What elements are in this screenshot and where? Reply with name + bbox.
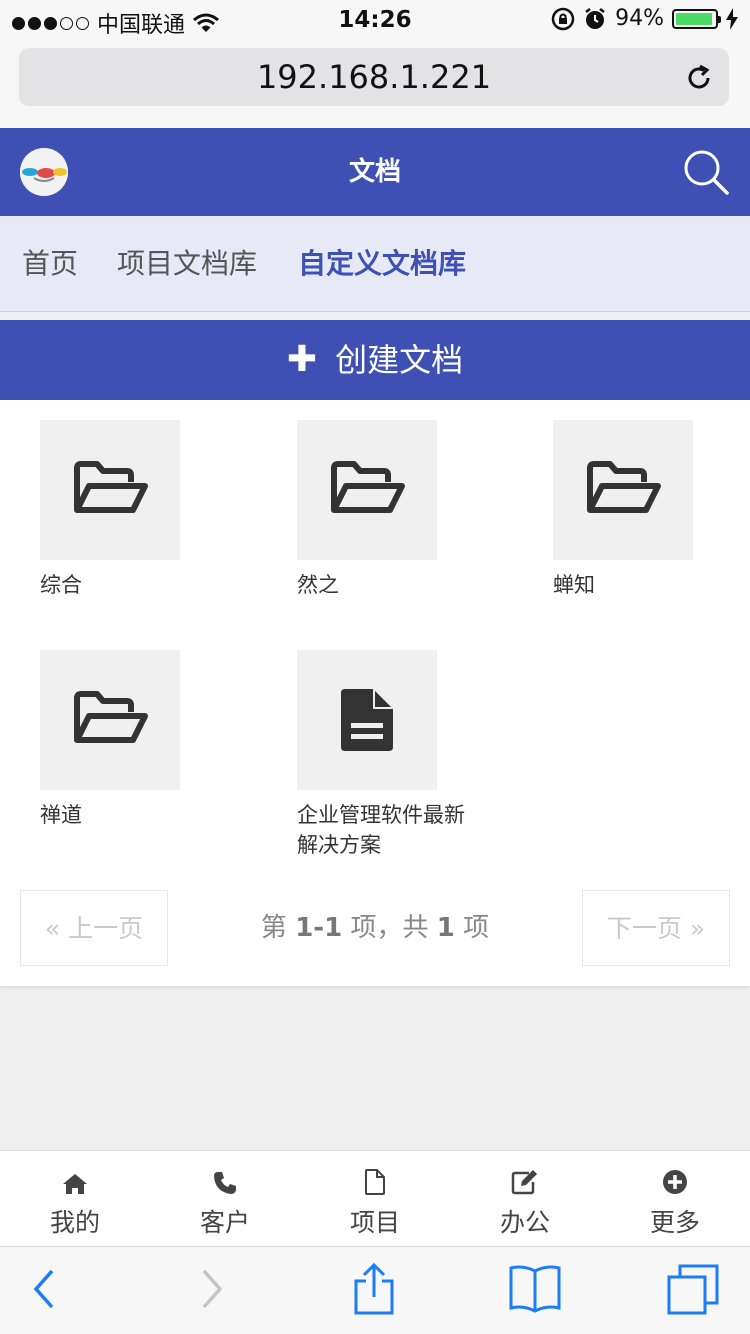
folder-thumb bbox=[553, 420, 693, 560]
nav-label: 客户 bbox=[199, 1208, 250, 1237]
plus-icon: ✚ bbox=[286, 339, 318, 380]
nav-label: 我的 bbox=[49, 1208, 100, 1237]
nav-item-project[interactable]: 项目 bbox=[300, 1151, 450, 1247]
browser-address-bar: 192.168.1.221 bbox=[0, 40, 750, 128]
document-thumb bbox=[297, 650, 437, 790]
url-field[interactable]: 192.168.1.221 bbox=[19, 48, 729, 106]
item-name: 蝉知 bbox=[553, 573, 595, 597]
folder-item[interactable]: 蝉知 bbox=[553, 420, 733, 600]
bookmarks-icon[interactable] bbox=[508, 1263, 562, 1313]
nav-label: 项目 bbox=[349, 1208, 400, 1237]
folder-open-icon bbox=[74, 461, 148, 513]
create-document-button[interactable]: ✚ 创建文档 bbox=[0, 320, 750, 400]
nav-item-customer[interactable]: 客户 bbox=[150, 1151, 300, 1247]
page-range: 1-1 bbox=[295, 913, 343, 943]
status-bar: 中国联通 14:26 94% bbox=[0, 0, 750, 40]
status-right: 94% bbox=[551, 6, 738, 31]
nav-item-mine[interactable]: 我的 bbox=[0, 1151, 150, 1247]
folder-item[interactable]: 然之 bbox=[297, 420, 477, 600]
folder-thumb bbox=[297, 420, 437, 560]
charging-icon bbox=[726, 7, 738, 30]
plus-circle-icon bbox=[663, 1170, 687, 1194]
pagination: « 上一页 第 1-1 项，共 1 项 下一页 » bbox=[0, 890, 750, 966]
rotation-lock-icon bbox=[551, 7, 575, 30]
folder-item[interactable]: 禅道 bbox=[40, 650, 220, 830]
page-info-middle: 项，共 bbox=[350, 913, 429, 943]
item-name: 企业管理软件最新解决方案 bbox=[297, 803, 465, 857]
url-text: 192.168.1.221 bbox=[256, 58, 492, 96]
page-info-prefix: 第 bbox=[260, 913, 287, 943]
folder-thumb bbox=[40, 420, 180, 560]
item-name: 然之 bbox=[297, 573, 339, 597]
file-icon bbox=[365, 1169, 385, 1195]
tab-home[interactable]: 首页 bbox=[22, 216, 78, 312]
page-total: 1 bbox=[436, 913, 455, 943]
folder-thumb bbox=[40, 650, 180, 790]
next-page-button[interactable]: 下一页 » bbox=[582, 890, 730, 966]
create-document-label: 创建文档 bbox=[335, 341, 464, 379]
app-header: 文档 bbox=[0, 128, 750, 216]
back-icon[interactable] bbox=[30, 1265, 60, 1313]
document-icon bbox=[341, 689, 393, 751]
item-name: 禅道 bbox=[40, 803, 82, 827]
tabs-icon[interactable] bbox=[666, 1263, 720, 1315]
tab-custom-library[interactable]: 自定义文档库 bbox=[298, 216, 466, 312]
nav-label: 办公 bbox=[499, 1208, 550, 1237]
nav-item-office[interactable]: 办公 bbox=[450, 1151, 600, 1247]
battery-percent: 94% bbox=[615, 6, 664, 31]
alarm-icon bbox=[585, 7, 605, 29]
phone-icon bbox=[214, 1172, 236, 1194]
nav-label: 更多 bbox=[649, 1208, 700, 1237]
battery-icon bbox=[672, 8, 721, 29]
folder-open-icon bbox=[587, 461, 661, 513]
browser-toolbar bbox=[0, 1246, 750, 1334]
tab-project-library[interactable]: 项目文档库 bbox=[117, 216, 257, 312]
search-icon[interactable] bbox=[682, 148, 730, 196]
nav-item-more[interactable]: 更多 bbox=[600, 1151, 750, 1247]
page-info-suffix: 项 bbox=[463, 913, 490, 943]
folder-open-icon bbox=[74, 691, 148, 743]
forward-icon[interactable] bbox=[196, 1265, 226, 1313]
share-icon[interactable] bbox=[352, 1261, 396, 1317]
bottom-app-nav: 我的 客户 项目 办公 更多 bbox=[0, 1150, 750, 1246]
section-tabs: 首页 项目文档库 自定义文档库 bbox=[0, 216, 750, 312]
folder-open-icon bbox=[331, 461, 405, 513]
reload-icon[interactable] bbox=[683, 62, 715, 94]
item-name: 综合 bbox=[40, 573, 82, 597]
edit-icon bbox=[511, 1170, 537, 1195]
document-item[interactable]: 企业管理软件最新解决方案 bbox=[297, 650, 477, 860]
home-icon bbox=[63, 1174, 87, 1194]
page-title: 文档 bbox=[348, 157, 401, 187]
folder-item[interactable]: 综合 bbox=[40, 420, 220, 600]
